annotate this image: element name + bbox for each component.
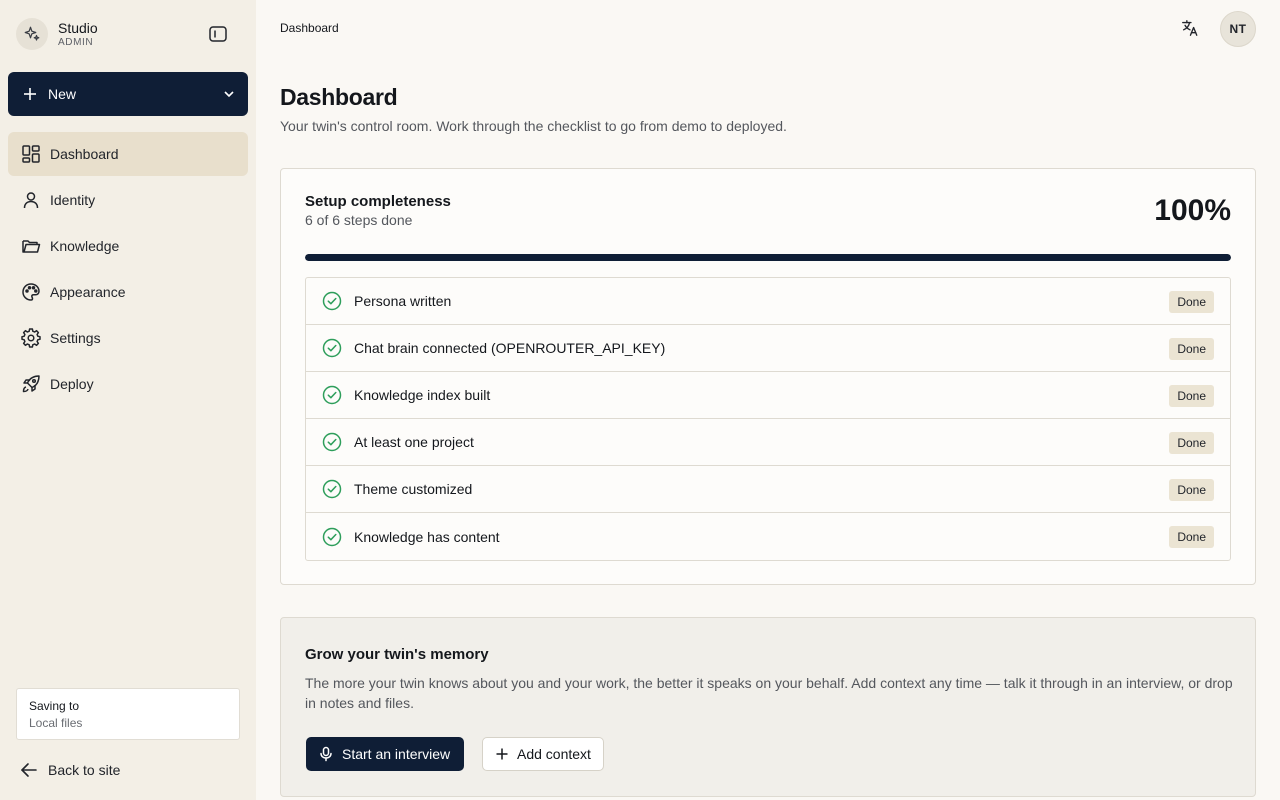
status-badge: Done xyxy=(1169,338,1214,360)
user-icon xyxy=(20,189,42,211)
sidebar-nav: Dashboard Identity Knowledge Appearance … xyxy=(8,132,248,408)
status-badge: Done xyxy=(1169,291,1214,313)
checklist-item-label: Knowledge index built xyxy=(354,387,491,403)
layout-grid-icon xyxy=(20,143,42,165)
check-circle-icon xyxy=(322,527,342,547)
status-badge: Done xyxy=(1169,526,1214,548)
saving-location: Saving to Local files xyxy=(16,688,240,740)
sidebar-item-label: Deploy xyxy=(50,376,94,392)
sidebar-item-deploy[interactable]: Deploy xyxy=(8,362,248,406)
back-to-site-link[interactable]: Back to site xyxy=(20,758,120,782)
sidebar-item-knowledge[interactable]: Knowledge xyxy=(8,224,248,268)
add-context-button[interactable]: Add context xyxy=(482,737,604,771)
setup-progress-bar xyxy=(305,254,1231,261)
chevron-down-icon[interactable] xyxy=(222,87,236,101)
new-button[interactable]: New xyxy=(8,72,248,116)
sparkle-icon xyxy=(16,18,48,50)
new-button-label: New xyxy=(48,86,77,102)
palette-icon xyxy=(20,281,42,303)
checklist-item: Knowledge has content Done xyxy=(306,513,1230,560)
sidebar-item-dashboard[interactable]: Dashboard xyxy=(8,132,248,176)
brand-role: ADMIN xyxy=(58,37,94,48)
check-circle-icon xyxy=(322,479,342,499)
arrow-left-icon xyxy=(20,761,38,779)
brand-name: Studio xyxy=(58,20,98,36)
setup-checklist: Persona written Done Chat brain connecte… xyxy=(305,277,1231,561)
sidebar-item-appearance[interactable]: Appearance xyxy=(8,270,248,314)
microphone-icon xyxy=(318,746,334,762)
checklist-item-label: Knowledge has content xyxy=(354,528,500,545)
start-interview-label: Start an interview xyxy=(342,746,451,762)
page-title: Dashboard xyxy=(280,84,398,110)
start-interview-button[interactable]: Start an interview xyxy=(306,737,465,771)
sidebar-item-label: Dashboard xyxy=(50,146,119,162)
sidebar-item-label: Appearance xyxy=(50,284,126,300)
sidebar-item-identity[interactable]: Identity xyxy=(8,178,248,222)
check-circle-icon xyxy=(322,432,342,452)
saving-value: Local files xyxy=(29,716,83,730)
setup-percent: 100% xyxy=(1154,194,1231,227)
checklist-item-label: Persona written xyxy=(354,293,452,309)
checklist-item: Knowledge index built Done xyxy=(306,372,1230,419)
saving-title: Saving to xyxy=(29,699,80,713)
setup-card: Setup completeness 6 of 6 steps done 100… xyxy=(280,168,1256,585)
checklist-item-label: Theme customized xyxy=(354,481,473,497)
check-circle-icon xyxy=(322,291,342,311)
status-badge: Done xyxy=(1169,432,1214,454)
setup-progress-fill xyxy=(305,254,1231,261)
checklist-item: At least one project Done xyxy=(306,419,1230,466)
checklist-item: Theme customized Done xyxy=(306,466,1230,513)
status-badge: Done xyxy=(1169,385,1214,407)
avatar[interactable]: NT xyxy=(1220,11,1256,47)
sidebar-item-label: Identity xyxy=(50,192,96,208)
breadcrumb: Dashboard xyxy=(280,21,339,35)
checklist-item-label: At least one project xyxy=(354,434,474,450)
sidebar-toggle-icon[interactable] xyxy=(207,23,229,45)
status-badge: Done xyxy=(1169,479,1214,501)
add-context-label: Add context xyxy=(517,746,591,762)
sidebar-item-settings[interactable]: Settings xyxy=(8,316,248,360)
check-circle-icon xyxy=(322,338,342,358)
grow-memory-card: Grow your twin's memory The more your tw… xyxy=(280,617,1256,797)
page-subtitle: Your twin's control room. Work through t… xyxy=(280,118,787,134)
sidebar-item-label: Knowledge xyxy=(50,238,120,254)
checklist-item: Persona written Done xyxy=(306,278,1230,325)
checklist-item-label: Chat brain connected (OPENROUTER_API_KEY… xyxy=(354,340,666,356)
back-to-site-label: Back to site xyxy=(48,762,121,778)
gear-icon xyxy=(20,327,42,349)
sidebar-item-label: Settings xyxy=(50,330,101,346)
setup-subtitle: 6 of 6 steps done xyxy=(305,212,413,228)
rocket-icon xyxy=(20,373,42,395)
check-circle-icon xyxy=(322,385,342,405)
plus-icon xyxy=(24,88,36,100)
grow-title: Grow your twin's memory xyxy=(305,646,489,663)
sidebar: Studio ADMIN New Dashboard Identity Know… xyxy=(0,0,256,800)
translate-icon[interactable] xyxy=(1178,16,1202,40)
grow-body: The more your twin knows about you and y… xyxy=(305,675,1233,711)
folder-icon xyxy=(20,235,42,257)
checklist-item: Chat brain connected (OPENROUTER_API_KEY… xyxy=(306,325,1230,372)
setup-title: Setup completeness xyxy=(305,193,451,210)
plus-icon xyxy=(495,747,509,761)
